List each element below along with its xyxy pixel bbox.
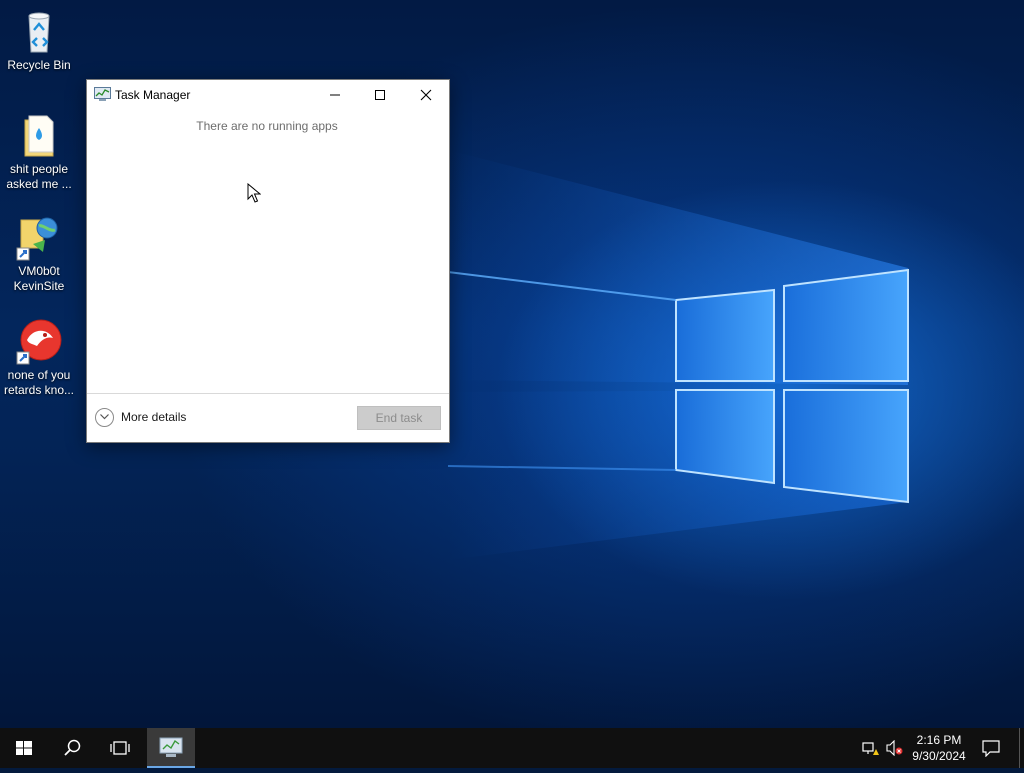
mouse-pointer-icon bbox=[247, 183, 261, 203]
desktop-icon-text-file[interactable]: shit people asked me ... bbox=[0, 112, 78, 192]
search-button[interactable] bbox=[48, 728, 96, 768]
show-desktop-button[interactable] bbox=[1019, 728, 1020, 768]
footer-divider bbox=[87, 393, 449, 394]
desktop-icon-label-line1: VM0b0t bbox=[18, 264, 60, 278]
network-icon[interactable] bbox=[862, 740, 880, 756]
maximize-icon bbox=[375, 90, 385, 100]
taskbar-app-task-manager[interactable] bbox=[147, 728, 195, 768]
desktop-icon-web-shortcut[interactable]: VM0b0t KevinSite bbox=[0, 214, 78, 294]
close-button[interactable] bbox=[403, 80, 449, 110]
clock-time: 2:16 PM bbox=[916, 733, 962, 747]
task-manager-window[interactable]: Task Manager There are no running apps M… bbox=[86, 79, 450, 443]
text-document-icon bbox=[15, 112, 63, 160]
chevron-down-icon bbox=[95, 408, 114, 427]
minimize-icon bbox=[330, 94, 340, 96]
web-shortcut-icon bbox=[15, 214, 63, 262]
maximize-button[interactable] bbox=[357, 80, 403, 110]
more-details-label: More details bbox=[121, 410, 187, 424]
task-manager-icon bbox=[94, 87, 111, 102]
title-bar[interactable]: Task Manager bbox=[87, 80, 449, 110]
start-button[interactable] bbox=[0, 728, 48, 768]
end-task-button[interactable]: End task bbox=[357, 406, 441, 430]
window-title: Task Manager bbox=[115, 88, 191, 102]
action-center-icon[interactable] bbox=[982, 739, 1000, 757]
taskbar: 2:16 PM 9/30/2024 bbox=[0, 728, 1024, 768]
search-icon bbox=[64, 739, 81, 756]
minimize-button[interactable] bbox=[312, 80, 358, 110]
empty-apps-message: There are no running apps bbox=[196, 119, 338, 133]
clock[interactable]: 2:16 PM 9/30/2024 bbox=[905, 732, 973, 764]
task-manager-icon bbox=[159, 737, 183, 757]
desktop-icon-label-line1: none of you bbox=[7, 368, 71, 382]
desktop-icon-label-line2: retards kno... bbox=[3, 383, 75, 397]
windows-logo-icon bbox=[16, 741, 32, 755]
desktop-icon-app-shortcut[interactable]: none of you retards kno... bbox=[0, 318, 78, 398]
app-shortcut-icon bbox=[15, 318, 63, 366]
desktop-icon-label-line2: KevinSite bbox=[13, 279, 65, 293]
desktop-icon-label-line2: asked me ... bbox=[6, 177, 72, 191]
task-view-icon bbox=[110, 741, 130, 755]
desktop-icon-recycle-bin[interactable]: Recycle Bin bbox=[0, 8, 78, 73]
desktop-icon-label-line1: shit people bbox=[9, 162, 69, 176]
clock-date: 9/30/2024 bbox=[912, 749, 966, 763]
task-view-button[interactable] bbox=[96, 728, 144, 768]
desktop-icon-label: Recycle Bin bbox=[7, 58, 71, 72]
recycle-bin-icon bbox=[15, 8, 63, 56]
close-icon bbox=[420, 89, 432, 101]
volume-muted-icon[interactable] bbox=[886, 740, 904, 756]
